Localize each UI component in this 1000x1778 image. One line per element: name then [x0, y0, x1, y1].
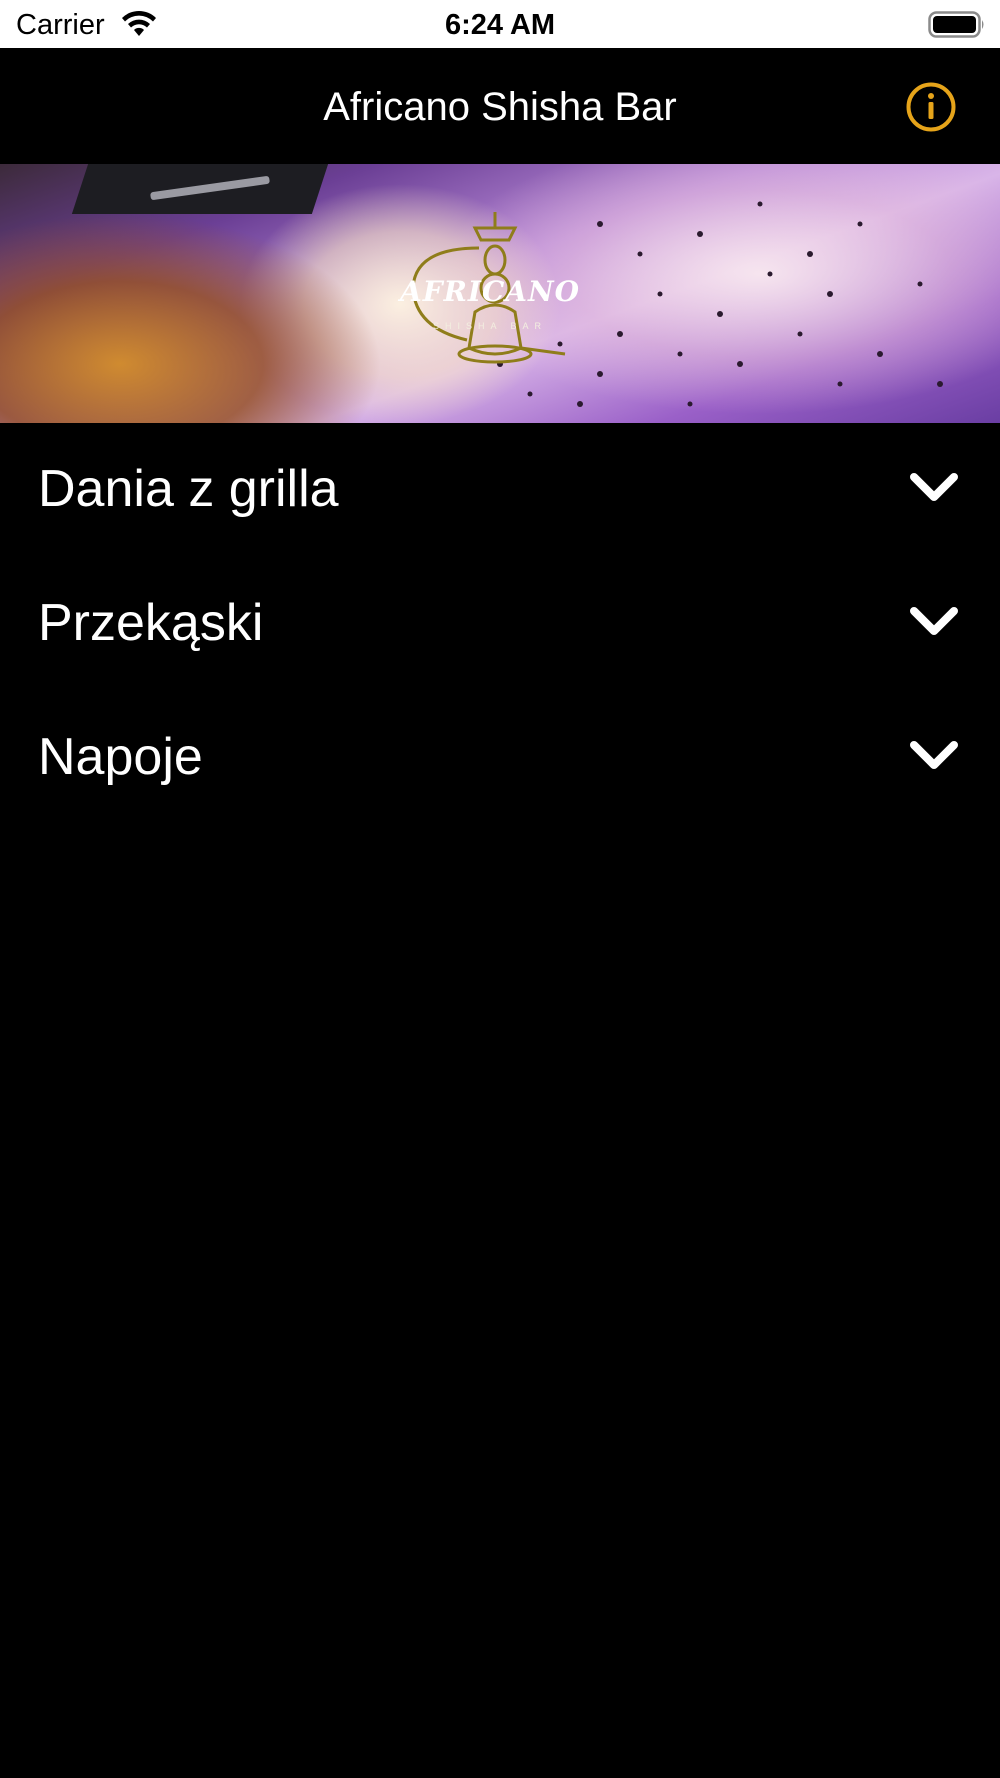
menu-item-label: Napoje [38, 728, 203, 786]
info-icon[interactable] [905, 81, 957, 133]
menu-item-napoje[interactable]: Napoje [0, 691, 1000, 825]
menu-item-label: Dania z grilla [38, 460, 339, 518]
banner-image: AFRICANO SHISHA BAR [0, 164, 1000, 423]
chevron-down-icon[interactable] [909, 739, 959, 773]
chevron-down-icon[interactable] [909, 605, 959, 639]
navigation-bar: Africano Shisha Bar [0, 48, 1000, 164]
logo-text: AFRICANO [400, 275, 580, 308]
menu-item-dania-z-grilla[interactable]: Dania z grilla [0, 423, 1000, 557]
chevron-down-icon[interactable] [909, 471, 959, 505]
battery-icon [928, 11, 984, 38]
status-time: 6:24 AM [444, 9, 556, 41]
page-title: Africano Shisha Bar [323, 85, 677, 129]
menu-list: Dania z grilla Przekąski Napoje [0, 423, 1000, 825]
status-bar: Carrier 6:24 AM [0, 0, 1000, 48]
menu-item-przekaski[interactable]: Przekąski [0, 557, 1000, 691]
menu-item-label: Przekąski [38, 594, 264, 652]
logo-subtext: SHISHA BAR [432, 321, 548, 331]
